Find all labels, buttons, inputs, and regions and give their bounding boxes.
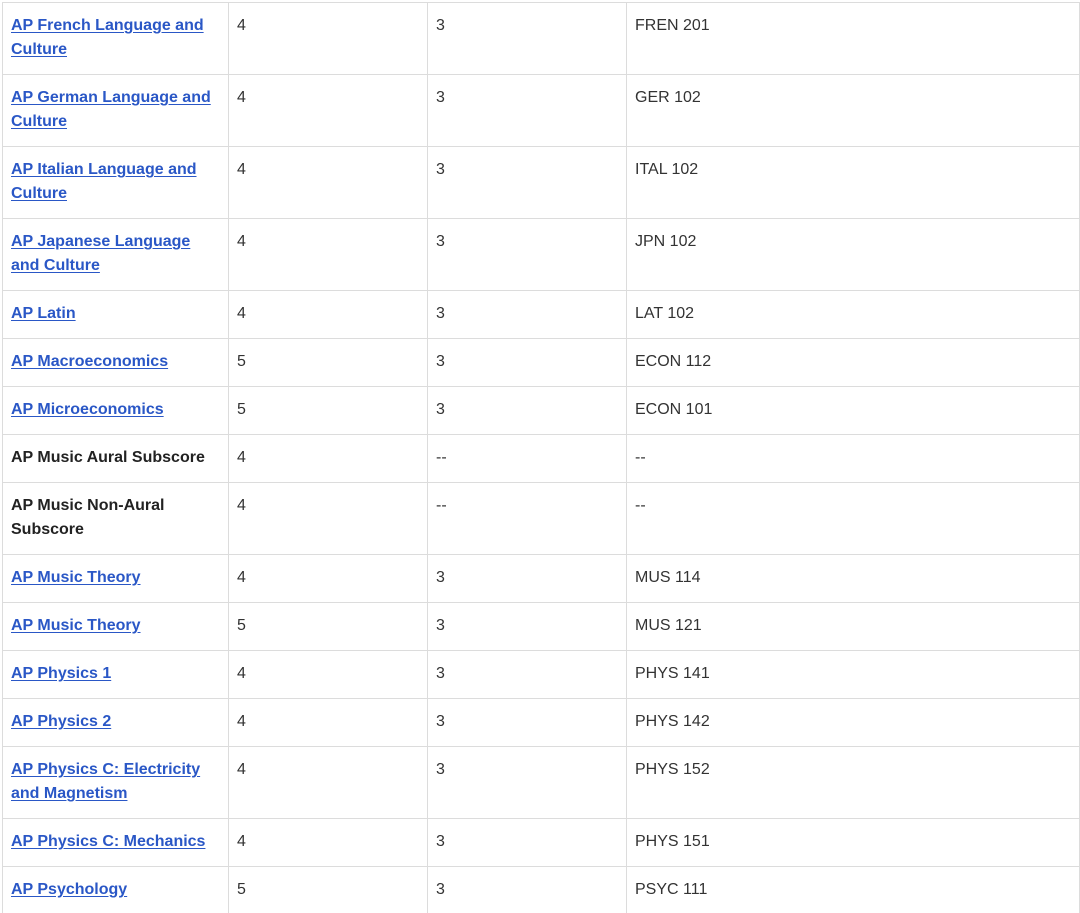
score-cell: 5 bbox=[228, 338, 428, 387]
course-cell: AP Physics C: Mechanics bbox=[2, 818, 229, 867]
score-cell: 4 bbox=[228, 698, 428, 747]
table-row: AP French Language and Culture 4 3 FREN … bbox=[2, 2, 1080, 75]
course-cell: AP Music Theory bbox=[2, 554, 229, 603]
equivalent-cell: ITAL 102 bbox=[626, 146, 1080, 219]
equivalent-cell: PHYS 142 bbox=[626, 698, 1080, 747]
course-link[interactable]: AP Psychology bbox=[11, 881, 127, 898]
score-cell: 5 bbox=[228, 866, 428, 913]
score-cell: 4 bbox=[228, 2, 428, 75]
score-cell: 4 bbox=[228, 74, 428, 147]
score-cell: 4 bbox=[228, 554, 428, 603]
equivalent-cell: PHYS 151 bbox=[626, 818, 1080, 867]
credits-cell: 3 bbox=[427, 146, 627, 219]
table-row: AP Music Non-Aural Subscore 4 -- -- bbox=[2, 482, 1080, 555]
table-row: AP Music Theory 4 3 MUS 114 bbox=[2, 554, 1080, 603]
ap-credit-table: AP French Language and Culture 4 3 FREN … bbox=[2, 2, 1080, 913]
course-cell: AP Physics C: Electricity and Magnetism bbox=[2, 746, 229, 819]
credits-cell: 3 bbox=[427, 698, 627, 747]
course-link[interactable]: AP Japanese Language and Culture bbox=[11, 233, 190, 274]
course-name: AP Music Non-Aural Subscore bbox=[11, 497, 165, 538]
course-cell: AP Music Non-Aural Subscore bbox=[2, 482, 229, 555]
course-link[interactable]: AP Physics C: Electricity and Magnetism bbox=[11, 761, 200, 802]
equivalent-cell: ECON 101 bbox=[626, 386, 1080, 435]
credits-cell: 3 bbox=[427, 746, 627, 819]
course-link[interactable]: AP Physics C: Mechanics bbox=[11, 833, 205, 850]
score-cell: 4 bbox=[228, 482, 428, 555]
equivalent-cell: JPN 102 bbox=[626, 218, 1080, 291]
score-cell: 4 bbox=[228, 818, 428, 867]
course-name: AP Music Aural Subscore bbox=[11, 449, 205, 466]
page: AP French Language and Culture 4 3 FREN … bbox=[0, 0, 1080, 913]
score-cell: 4 bbox=[228, 434, 428, 483]
table-row: AP Physics 1 4 3 PHYS 141 bbox=[2, 650, 1080, 699]
score-cell: 4 bbox=[228, 746, 428, 819]
table-row: AP Psychology 5 3 PSYC 111 bbox=[2, 866, 1080, 913]
course-cell: AP Japanese Language and Culture bbox=[2, 218, 229, 291]
credits-cell: 3 bbox=[427, 74, 627, 147]
equivalent-cell: PHYS 152 bbox=[626, 746, 1080, 819]
credits-cell: 3 bbox=[427, 338, 627, 387]
score-cell: 4 bbox=[228, 290, 428, 339]
equivalent-cell: -- bbox=[626, 434, 1080, 483]
course-cell: AP German Language and Culture bbox=[2, 74, 229, 147]
course-cell: AP Music Theory bbox=[2, 602, 229, 651]
table-row: AP Italian Language and Culture 4 3 ITAL… bbox=[2, 146, 1080, 219]
equivalent-cell: PHYS 141 bbox=[626, 650, 1080, 699]
course-cell: AP Microeconomics bbox=[2, 386, 229, 435]
course-link[interactable]: AP Music Theory bbox=[11, 617, 141, 634]
table-row: AP Music Aural Subscore 4 -- -- bbox=[2, 434, 1080, 483]
table-row: AP Latin 4 3 LAT 102 bbox=[2, 290, 1080, 339]
credits-cell: -- bbox=[427, 482, 627, 555]
score-cell: 5 bbox=[228, 386, 428, 435]
course-cell: AP Italian Language and Culture bbox=[2, 146, 229, 219]
table-row: AP Physics C: Mechanics 4 3 PHYS 151 bbox=[2, 818, 1080, 867]
credits-cell: 3 bbox=[427, 818, 627, 867]
equivalent-cell: PSYC 111 bbox=[626, 866, 1080, 913]
score-cell: 4 bbox=[228, 146, 428, 219]
credits-cell: 3 bbox=[427, 554, 627, 603]
course-cell: AP Music Aural Subscore bbox=[2, 434, 229, 483]
course-link[interactable]: AP Music Theory bbox=[11, 569, 141, 586]
table-row: AP Japanese Language and Culture 4 3 JPN… bbox=[2, 218, 1080, 291]
table-row: AP Music Theory 5 3 MUS 121 bbox=[2, 602, 1080, 651]
equivalent-cell: MUS 121 bbox=[626, 602, 1080, 651]
course-cell: AP Psychology bbox=[2, 866, 229, 913]
table-row: AP Physics C: Electricity and Magnetism … bbox=[2, 746, 1080, 819]
course-link[interactable]: AP Microeconomics bbox=[11, 401, 164, 418]
table-row: AP German Language and Culture 4 3 GER 1… bbox=[2, 74, 1080, 147]
course-cell: AP Macroeconomics bbox=[2, 338, 229, 387]
course-cell: AP French Language and Culture bbox=[2, 2, 229, 75]
credits-cell: 3 bbox=[427, 2, 627, 75]
course-link[interactable]: AP Physics 2 bbox=[11, 713, 111, 730]
score-cell: 4 bbox=[228, 650, 428, 699]
course-link[interactable]: AP German Language and Culture bbox=[11, 89, 211, 130]
credits-cell: 3 bbox=[427, 602, 627, 651]
equivalent-cell: GER 102 bbox=[626, 74, 1080, 147]
course-cell: AP Latin bbox=[2, 290, 229, 339]
credits-cell: 3 bbox=[427, 650, 627, 699]
course-link[interactable]: AP Italian Language and Culture bbox=[11, 161, 197, 202]
equivalent-cell: LAT 102 bbox=[626, 290, 1080, 339]
table-row: AP Microeconomics 5 3 ECON 101 bbox=[2, 386, 1080, 435]
equivalent-cell: FREN 201 bbox=[626, 2, 1080, 75]
course-link[interactable]: AP French Language and Culture bbox=[11, 17, 204, 58]
course-link[interactable]: AP Physics 1 bbox=[11, 665, 111, 682]
table-row: AP Macroeconomics 5 3 ECON 112 bbox=[2, 338, 1080, 387]
score-cell: 4 bbox=[228, 218, 428, 291]
credits-cell: 3 bbox=[427, 866, 627, 913]
equivalent-cell: MUS 114 bbox=[626, 554, 1080, 603]
equivalent-cell: -- bbox=[626, 482, 1080, 555]
course-cell: AP Physics 1 bbox=[2, 650, 229, 699]
table-row: AP Physics 2 4 3 PHYS 142 bbox=[2, 698, 1080, 747]
course-link[interactable]: AP Macroeconomics bbox=[11, 353, 168, 370]
score-cell: 5 bbox=[228, 602, 428, 651]
equivalent-cell: ECON 112 bbox=[626, 338, 1080, 387]
credits-cell: -- bbox=[427, 434, 627, 483]
course-link[interactable]: AP Latin bbox=[11, 305, 76, 322]
course-cell: AP Physics 2 bbox=[2, 698, 229, 747]
credits-cell: 3 bbox=[427, 386, 627, 435]
credits-cell: 3 bbox=[427, 218, 627, 291]
credits-cell: 3 bbox=[427, 290, 627, 339]
